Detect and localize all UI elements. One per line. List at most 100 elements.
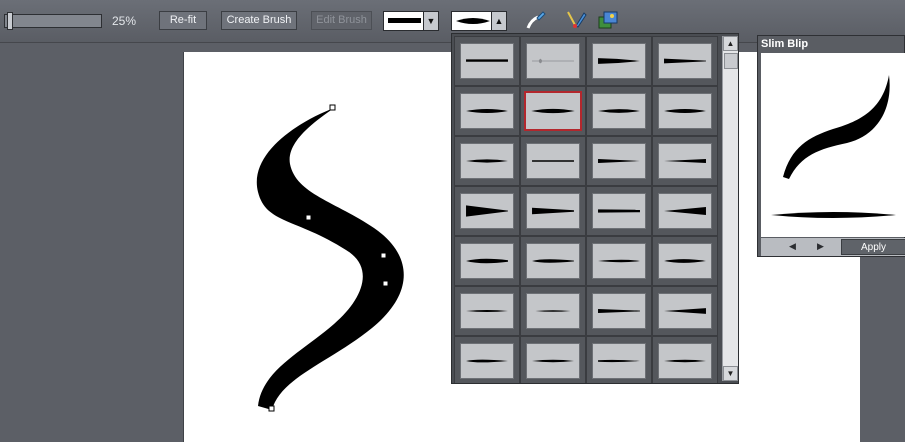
brush-swatch [658, 193, 712, 229]
brush-swatch [460, 293, 514, 329]
refit-button[interactable]: Re-fit [159, 11, 207, 30]
brush-swatch [460, 343, 514, 379]
brush-thumbnail[interactable] [652, 286, 718, 336]
brush-thumbnail[interactable] [520, 336, 586, 383]
brush-stroke-sample [664, 108, 706, 114]
brush-thumbnail[interactable] [652, 86, 718, 136]
scroll-down-icon[interactable]: ▼ [723, 366, 738, 381]
brush-stroke-sample [532, 160, 574, 162]
chevron-up-icon[interactable]: ▲ [491, 12, 506, 30]
brush-preview-panel: Slim Blip ◀ ▶ Apply [757, 35, 905, 257]
brush-stroke-sample [598, 209, 640, 213]
brush-stroke-sample [466, 205, 508, 217]
brush-stroke-sample [598, 359, 640, 363]
brush-stroke-sample [466, 309, 508, 313]
brush-thumbnail[interactable] [454, 136, 520, 186]
brush-shape-dropdown[interactable]: ▲ [451, 11, 507, 31]
brush-swatch [592, 43, 646, 79]
brush-swatch [592, 193, 646, 229]
brush-swatch [460, 143, 514, 179]
brush-thumbnail[interactable] [454, 236, 520, 286]
gallery-scrollbar[interactable]: ▲ ▼ [722, 36, 738, 381]
brush-thumbnail[interactable] [520, 136, 586, 186]
brush-swatch [526, 193, 580, 229]
brush-stroke-sample [532, 259, 574, 263]
brush-thumbnail[interactable] [454, 86, 520, 136]
brush-preview-canvas [761, 53, 905, 237]
brush-swatch [658, 343, 712, 379]
brush-thumbnail[interactable] [454, 336, 520, 383]
brush-stroke-sample [664, 308, 706, 314]
brush-thumbnail[interactable] [586, 336, 652, 383]
brush-swatch [526, 243, 580, 279]
prev-brush-button[interactable]: ◀ [789, 241, 796, 252]
brush-swatch [658, 93, 712, 129]
brush-thumbnail[interactable] [652, 36, 718, 86]
brush-thumbnail[interactable] [586, 286, 652, 336]
brush-stroke-sample [466, 258, 508, 264]
brush-swatch [592, 343, 646, 379]
line-width-dropdown[interactable]: ▼ [383, 11, 439, 31]
brush-preview-stroke [771, 75, 896, 218]
brush-stroke-sample [598, 109, 640, 113]
brush-stroke-sample [532, 207, 574, 215]
brush-swatch [658, 143, 712, 179]
pen-tool-icon[interactable] [565, 9, 587, 31]
brush-swatch [526, 143, 580, 179]
brush-thumbnail[interactable] [652, 236, 718, 286]
brush-stroke-sample [598, 58, 640, 64]
brush-thumbnail[interactable] [520, 36, 586, 86]
brush-gallery-popup: ▲ ▼ [451, 33, 739, 384]
brush-thumbnail[interactable] [520, 286, 586, 336]
scrollbar-thumb[interactable] [724, 53, 738, 69]
brush-swatch [592, 143, 646, 179]
path-handle[interactable] [268, 405, 275, 412]
brush-thumbnail[interactable] [520, 236, 586, 286]
path-handle[interactable] [329, 104, 336, 111]
brush-swatch [592, 93, 646, 129]
brush-thumbnail[interactable] [586, 136, 652, 186]
zoom-slider-thumb[interactable] [7, 12, 13, 30]
brush-thumbnail[interactable] [652, 186, 718, 236]
brush-shape-sample [456, 18, 490, 24]
brush-swatch [592, 293, 646, 329]
brush-stroke-sample [664, 158, 706, 164]
brush-tool-icon[interactable] [525, 9, 547, 31]
brush-swatch [524, 91, 582, 131]
path-handle[interactable] [305, 214, 312, 221]
brush-thumbnail[interactable] [586, 186, 652, 236]
brush-thumbnail[interactable] [454, 286, 520, 336]
line-width-sample [388, 18, 421, 23]
brush-swatch [658, 43, 712, 79]
brush-thumbnail[interactable] [586, 86, 652, 136]
brush-swatch [460, 193, 514, 229]
brush-stroke-sample [532, 359, 574, 363]
path-handle[interactable] [380, 252, 387, 259]
scroll-up-icon[interactable]: ▲ [723, 36, 738, 51]
brush-stroke-sample [664, 58, 706, 64]
brush-thumbnail[interactable] [454, 36, 520, 86]
brush-thumbnail[interactable] [652, 336, 718, 383]
chevron-down-icon[interactable]: ▼ [423, 12, 438, 30]
brush-thumbnail[interactable] [454, 186, 520, 236]
zoom-slider[interactable] [4, 12, 102, 30]
brush-thumbnail[interactable] [652, 136, 718, 186]
brush-thumbnail[interactable] [586, 236, 652, 286]
brush-swatch [592, 243, 646, 279]
image-tool-icon[interactable] [597, 9, 619, 31]
next-brush-button[interactable]: ▶ [817, 241, 824, 252]
brush-stroke-sample [466, 159, 508, 163]
path-handle[interactable] [382, 280, 389, 287]
brush-thumbnail[interactable] [520, 186, 586, 236]
create-brush-button[interactable]: Create Brush [221, 11, 297, 30]
brush-thumbnail[interactable] [586, 36, 652, 86]
brush-stroke-sample [466, 59, 508, 62]
brush-stroke-sample [664, 206, 706, 216]
brush-stroke-sample [598, 308, 640, 314]
brush-stroke-sample [598, 259, 640, 263]
brush-swatch [460, 93, 514, 129]
edit-brush-button[interactable]: Edit Brush [311, 11, 372, 30]
brush-swatch [658, 243, 712, 279]
apply-button[interactable]: Apply [841, 239, 905, 255]
brush-thumbnail-selected[interactable] [520, 86, 586, 136]
